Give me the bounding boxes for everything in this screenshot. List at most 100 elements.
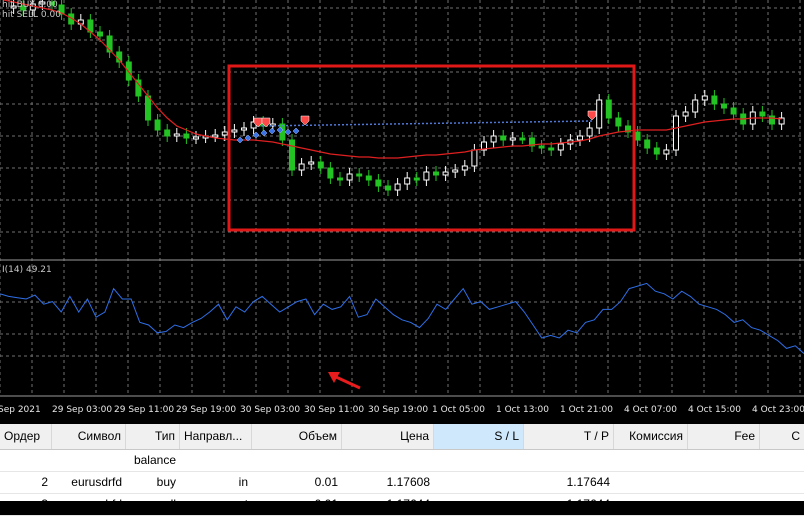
candle-body [337, 177, 343, 181]
candle-body [663, 149, 670, 155]
candle-body [154, 119, 161, 131]
candle-body [164, 129, 171, 137]
candle-body [289, 139, 295, 171]
candle-body [461, 165, 468, 171]
candle-body [500, 135, 507, 141]
time-axis-label: 30 Sep 03:00 [240, 405, 300, 415]
candle-body [298, 163, 305, 171]
col-direction[interactable]: Направл... [180, 424, 252, 449]
time-axis-label: Sep 2021 [0, 405, 41, 415]
candle-body [442, 171, 449, 176]
cell-order: 2 [41, 475, 48, 489]
time-axis-label: 29 Sep 19:00 [176, 405, 236, 415]
candle-body [653, 147, 660, 155]
info-sell-text: hit SELL 0.00 [2, 10, 61, 20]
candle-body [769, 115, 775, 125]
price-chart[interactable]: Sep 2021 29 Sep 03:00 29 Sep 11:00 29 Sep 1… [0, 0, 804, 424]
candle-body [577, 135, 583, 141]
cell-commission [614, 494, 688, 515]
time-axis-label: 1 Oct 13:00 [496, 405, 549, 415]
col-fee[interactable]: Fee [688, 424, 760, 449]
candle-body [634, 131, 641, 141]
candle-body [385, 185, 391, 191]
time-axis-label: 1 Oct 05:00 [432, 405, 485, 415]
trade-history-table[interactable]: Ордер Символ Тип Направл... Объем Цена S… [0, 424, 804, 516]
candle-body [145, 95, 151, 121]
candle-body [404, 177, 411, 185]
time-axis-label: 30 Sep 19:00 [368, 405, 428, 415]
cell-sl [434, 472, 524, 493]
cell-order [0, 450, 52, 471]
candle-body [673, 115, 679, 151]
candle-body [317, 161, 324, 169]
time-axis-label: 4 Oct 07:00 [624, 405, 677, 415]
candle-body [759, 111, 766, 117]
candle-body [548, 147, 555, 151]
cell-commission [614, 472, 688, 493]
cell-commission [614, 450, 688, 471]
col-sl[interactable]: S / L [434, 424, 524, 449]
cell-sl [434, 494, 524, 515]
candle-body [173, 133, 180, 137]
cell-type: buy [156, 475, 176, 489]
candle-body [231, 129, 238, 133]
candle-body [97, 31, 103, 37]
cell-fee [688, 450, 760, 471]
candle-body [596, 99, 603, 129]
col-tp[interactable]: T / P [524, 424, 614, 449]
candle-body [682, 111, 689, 117]
candle-body [471, 149, 478, 167]
cell-direction [180, 450, 252, 471]
candle-body [183, 133, 190, 139]
candle-body [212, 134, 219, 138]
col-order[interactable]: Ордер [0, 424, 52, 449]
candle-body [490, 135, 497, 143]
col-price[interactable]: Цена [342, 424, 434, 449]
candle-body [644, 139, 651, 149]
rsi-label: I(14) 49.21 [2, 265, 52, 275]
time-axis-label: 4 Oct 15:00 [688, 405, 741, 415]
chart-background [0, 0, 804, 424]
candle-body [452, 169, 459, 173]
cell-order: 3 [41, 497, 48, 511]
candle-body [557, 143, 564, 151]
time-axis-label: 30 Sep 11:00 [304, 405, 364, 415]
time-axis-label: 29 Sep 11:00 [114, 405, 174, 415]
cell-sl [434, 450, 524, 471]
candle-body [125, 61, 132, 81]
col-type[interactable]: Тип [126, 424, 180, 449]
candle-body [413, 177, 420, 181]
info-buy-text: hit BUY 0.00 [2, 0, 58, 10]
cell-fee [688, 494, 760, 515]
cell-symbol: eurusdrfd [71, 475, 122, 489]
col-commission[interactable]: Комиссия [614, 424, 688, 449]
cell-symbol: eurusdrfd [71, 497, 122, 511]
cell-volume [252, 450, 342, 471]
table-row[interactable]: 2 eurusdrfd buy in 0.01 1.17608 1.17644 [0, 472, 804, 494]
cell-price: 1.17644 [386, 497, 430, 511]
cell-direction: in [238, 475, 248, 489]
candle-body [692, 99, 699, 113]
table-row[interactable]: balance [0, 450, 804, 472]
candle-body [327, 167, 334, 179]
candle-body [394, 183, 401, 191]
candle-body [346, 173, 353, 181]
candle-body [423, 171, 430, 181]
candle-body [538, 145, 545, 149]
candle-body [605, 99, 612, 119]
candle-body [375, 179, 382, 187]
cell-price [342, 450, 434, 471]
cell-fee [688, 472, 760, 493]
cell-tp: 1.17644 [566, 497, 610, 511]
candle-body [509, 137, 516, 141]
table-row[interactable]: 3 eurusdrfd sell out 0.01 1.17644 1.1764… [0, 494, 804, 516]
col-symbol[interactable]: Символ [52, 424, 126, 449]
time-axis-label: 4 Oct 23:00 [752, 405, 804, 415]
candle-body [308, 161, 315, 165]
cell-price: 1.17608 [386, 475, 430, 489]
col-volume[interactable]: Объем [252, 424, 342, 449]
cell-type: sell [157, 497, 176, 511]
table-header: Ордер Символ Тип Направл... Объем Цена S… [0, 424, 804, 450]
cell-tp [524, 450, 614, 471]
col-extra[interactable]: С [760, 424, 804, 449]
